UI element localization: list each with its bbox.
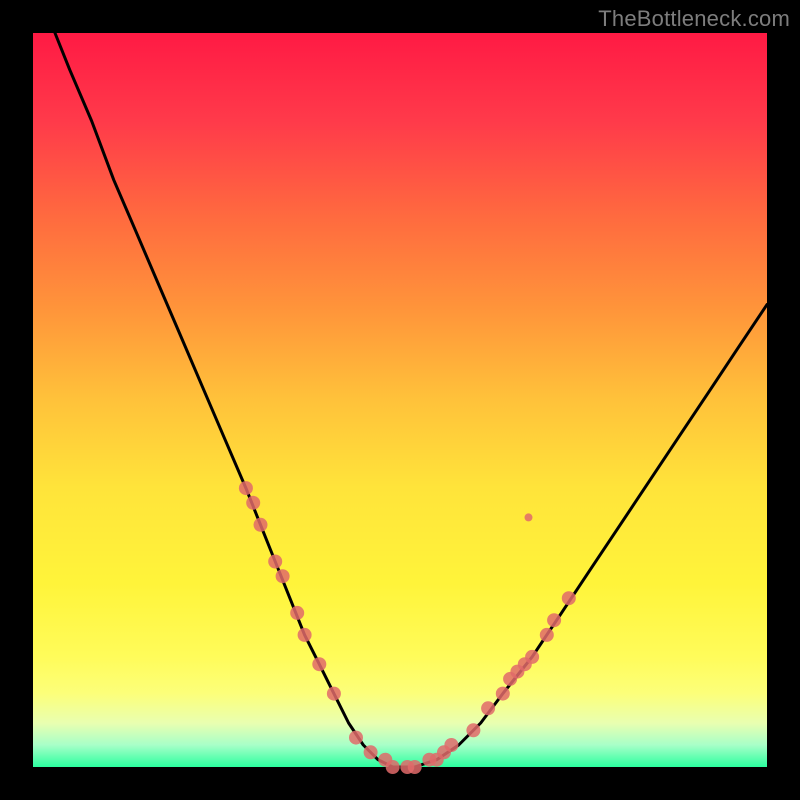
- data-point: [246, 496, 260, 510]
- scatter-points: [239, 481, 576, 774]
- data-point: [239, 481, 253, 495]
- data-point: [349, 731, 363, 745]
- chart-svg: [33, 33, 767, 767]
- watermark-text: TheBottleneck.com: [598, 6, 790, 32]
- data-point: [276, 569, 290, 583]
- data-point: [327, 687, 341, 701]
- data-point: [268, 555, 282, 569]
- data-point: [540, 628, 554, 642]
- data-point: [290, 606, 304, 620]
- bottleneck-curve: [55, 33, 767, 767]
- data-point: [466, 723, 480, 737]
- data-point: [312, 657, 326, 671]
- bottleneck-curve-path: [55, 33, 767, 767]
- data-point: [364, 745, 378, 759]
- data-point: [525, 650, 539, 664]
- data-point: [481, 701, 495, 715]
- chart-frame: TheBottleneck.com: [0, 0, 800, 800]
- data-point: [525, 513, 533, 521]
- data-point: [444, 738, 458, 752]
- data-point: [298, 628, 312, 642]
- data-point: [496, 687, 510, 701]
- plot-area: [33, 33, 767, 767]
- data-point: [254, 518, 268, 532]
- data-point: [562, 591, 576, 605]
- data-point: [408, 760, 422, 774]
- data-point: [386, 760, 400, 774]
- data-point: [547, 613, 561, 627]
